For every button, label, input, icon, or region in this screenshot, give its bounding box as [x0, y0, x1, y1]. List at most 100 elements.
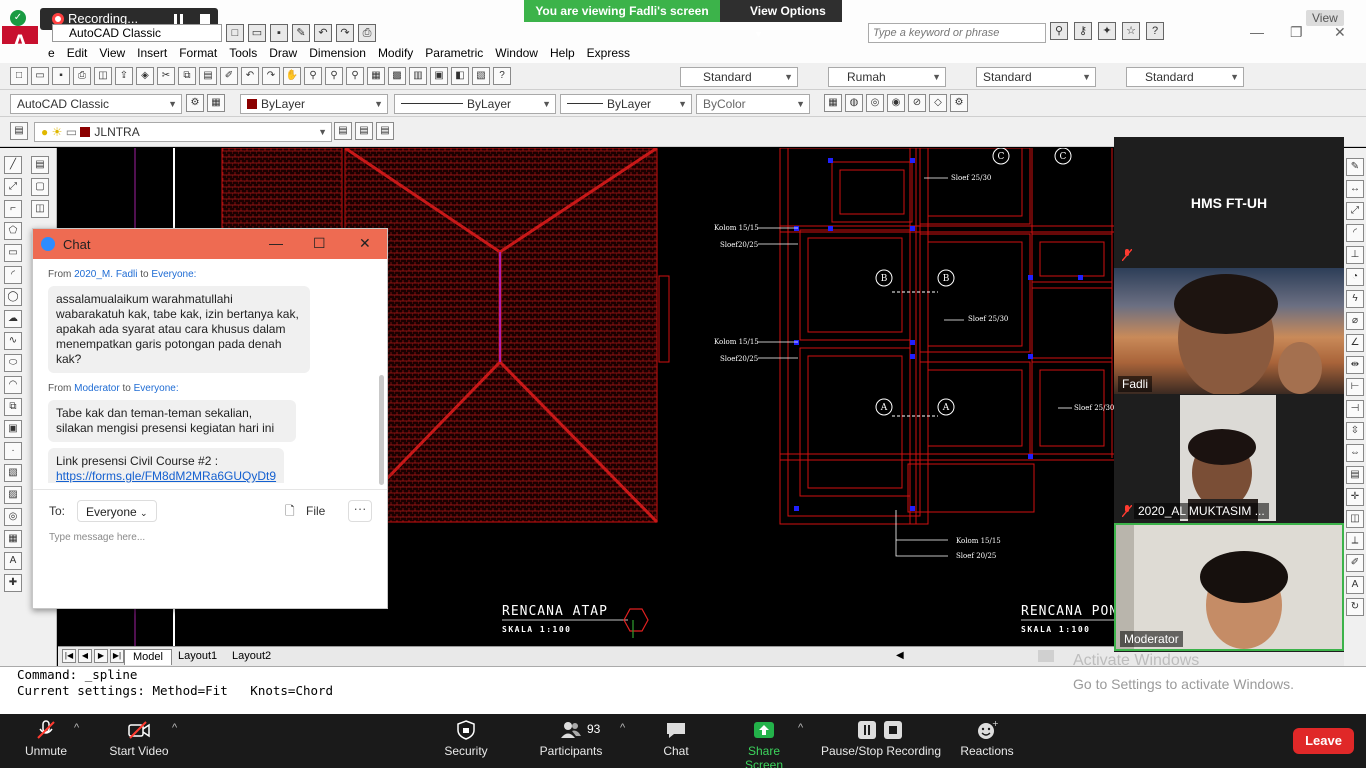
arc-icon[interactable]: ◜ — [4, 266, 22, 284]
menu-item-dimension[interactable]: Dimension — [303, 44, 372, 63]
add-selected-icon[interactable]: ✚ — [4, 574, 22, 592]
first-tab-icon[interactable]: |◀ — [62, 649, 76, 663]
zoom-previous-icon[interactable]: ⚲ — [346, 67, 364, 85]
reactions-button[interactable]: + Reactions — [958, 720, 1016, 758]
redo-icon[interactable]: ↷ — [262, 67, 280, 85]
zoom-window-icon[interactable]: ⚲ — [325, 67, 343, 85]
pan-hand-icon[interactable]: ✋ — [283, 67, 301, 85]
globe-add-icon[interactable]: ◎ — [866, 94, 884, 112]
center-mark-icon[interactable]: ✛ — [1346, 488, 1364, 506]
message-sender[interactable]: 2020_M. Fadli — [74, 269, 137, 280]
close-icon[interactable]: ✕ — [359, 235, 371, 252]
dim-break-icon[interactable]: ⇔ — [1346, 444, 1364, 462]
layer-state-icon[interactable]: ▤ — [376, 122, 394, 140]
workspace-settings-icon[interactable]: ▦ — [207, 94, 225, 112]
tab-layout1[interactable]: Layout1 — [170, 649, 225, 665]
construction-line-icon[interactable]: ⤢ — [4, 178, 22, 196]
tab-model[interactable]: Model — [124, 649, 172, 665]
dim-arc-icon[interactable]: ◜ — [1346, 224, 1364, 242]
copy-object-icon[interactable]: ▢ — [31, 178, 49, 196]
globe-edit-icon[interactable]: ◉ — [887, 94, 905, 112]
dim-angular-icon[interactable]: ∠ — [1346, 334, 1364, 352]
make-block-icon[interactable]: ▣ — [4, 420, 22, 438]
participant-tile-fadli[interactable]: Fadli — [1114, 268, 1344, 394]
chat-scrollbar[interactable] — [379, 375, 384, 485]
close-icon[interactable]: ✕ — [1334, 24, 1346, 41]
publish-icon[interactable]: ⇪ — [115, 67, 133, 85]
workspace-title-field[interactable]: AutoCAD Classic — [52, 24, 222, 42]
print-icon[interactable]: ⎙ — [73, 67, 91, 85]
revision-cloud-icon[interactable]: ☁ — [4, 310, 22, 328]
menu-item-parametric[interactable]: Parametric — [419, 44, 489, 63]
dim-update-icon[interactable]: ↻ — [1346, 598, 1364, 616]
menu-item-tools[interactable]: Tools — [223, 44, 263, 63]
globe-view-icon[interactable]: ◍ — [845, 94, 863, 112]
dim-edit-icon[interactable]: ✐ — [1346, 554, 1364, 572]
lineweight-dropdown[interactable]: ByLayer ▼ — [560, 94, 692, 114]
tolerance-icon[interactable]: ▤ — [1346, 466, 1364, 484]
security-button[interactable]: Security — [440, 720, 492, 758]
binoculars-icon[interactable]: ⚲ — [1050, 22, 1068, 40]
participant-tile-al-muktasim[interactable]: 2020_AL MUKTASIM ... — [1114, 395, 1344, 521]
menu-item-file-partial[interactable]: e — [42, 44, 61, 63]
menu-item-view[interactable]: View — [93, 44, 131, 63]
menu-item-express[interactable]: Express — [581, 44, 636, 63]
cut-icon[interactable]: ✂ — [157, 67, 175, 85]
save-icon[interactable]: ▪ — [270, 24, 288, 42]
dim-diameter-icon[interactable]: ⌀ — [1346, 312, 1364, 330]
quick-dim-icon[interactable]: ⇹ — [1346, 356, 1364, 374]
workspace-dropdown[interactable]: AutoCAD Classic ▼ — [10, 94, 182, 114]
message-input[interactable]: Type message here... — [49, 532, 145, 543]
menu-item-draw[interactable]: Draw — [263, 44, 303, 63]
horizontal-scrollbar-thumb[interactable] — [1038, 650, 1054, 662]
share-screen-button[interactable]: Share Screen — [728, 720, 800, 768]
match-properties-icon[interactable]: ✐ — [220, 67, 238, 85]
mirror-icon[interactable]: ◫ — [31, 200, 49, 218]
menu-item-window[interactable]: Window — [489, 44, 544, 63]
pause-stop-recording-button[interactable]: Pause/Stop Recording — [820, 720, 942, 758]
communication-icon[interactable]: ✦ — [1098, 22, 1116, 40]
table-icon[interactable]: ▦ — [4, 530, 22, 548]
unmute-button[interactable]: Unmute — [22, 720, 70, 758]
save-icon[interactable]: ▪ — [52, 67, 70, 85]
pause-recording-icon[interactable] — [174, 14, 177, 24]
dim-style-dropdown[interactable]: Rumah ▼ — [828, 67, 946, 87]
layer-manager-icon[interactable]: ▤ — [10, 122, 28, 140]
help-icon[interactable]: ? — [1146, 22, 1164, 40]
next-tab-icon[interactable]: ▶ — [94, 649, 108, 663]
gradient-icon[interactable]: ▨ — [4, 486, 22, 504]
dim-space-icon[interactable]: ⇳ — [1346, 422, 1364, 440]
audio-options-chevron-icon[interactable]: ^ — [74, 722, 79, 734]
dim-linear-icon[interactable]: ↔ — [1346, 180, 1364, 198]
stop-recording-icon[interactable] — [200, 14, 210, 24]
share-options-chevron-icon[interactable]: ^ — [798, 722, 803, 734]
spline-icon[interactable]: ∿ — [4, 332, 22, 350]
view-options-button[interactable]: View Options ▼ — [720, 0, 842, 39]
design-center-icon[interactable]: ▩ — [388, 67, 406, 85]
message-recipient[interactable]: Everyone: — [151, 269, 196, 280]
menu-item-insert[interactable]: Insert — [131, 44, 173, 63]
properties-icon[interactable]: ▦ — [367, 67, 385, 85]
gear-icon[interactable]: ⚙ — [186, 94, 204, 112]
grid-view-icon[interactable]: ▦ — [824, 94, 842, 112]
search-input[interactable]: Type a keyword or phrase — [868, 23, 1046, 43]
file-button[interactable]: 🗋 File — [285, 502, 325, 523]
polyline-icon[interactable]: ⌐ — [4, 200, 22, 218]
more-options-icon[interactable]: ··· — [348, 500, 372, 522]
plot-preview-icon[interactable]: ◫ — [94, 67, 112, 85]
linetype-dropdown[interactable]: ByLayer ▼ — [394, 94, 556, 114]
line-icon[interactable]: ╱ — [4, 156, 22, 174]
layer-dropdown[interactable]: ● ☀ ▭ JLNTRA ▼ — [34, 122, 332, 142]
open-icon[interactable]: ▭ — [31, 67, 49, 85]
subscription-key-icon[interactable]: ⚷ — [1074, 22, 1092, 40]
chat-button[interactable]: Chat — [660, 720, 692, 758]
dim-ordinate-icon[interactable]: ⊥ — [1346, 246, 1364, 264]
layer-previous-icon[interactable]: ▤ — [355, 122, 373, 140]
dim-continue-icon[interactable]: ⊣ — [1346, 400, 1364, 418]
tool-palettes-icon[interactable]: ▥ — [409, 67, 427, 85]
recipient-dropdown[interactable]: Everyone ⌄ — [77, 500, 157, 522]
save-as-icon[interactable]: ✎ — [292, 24, 310, 42]
cube-settings-icon[interactable]: ⚙ — [950, 94, 968, 112]
mleader-style-dropdown[interactable]: Standard ▼ — [1126, 67, 1244, 87]
dim-baseline-icon[interactable]: ⊢ — [1346, 378, 1364, 396]
